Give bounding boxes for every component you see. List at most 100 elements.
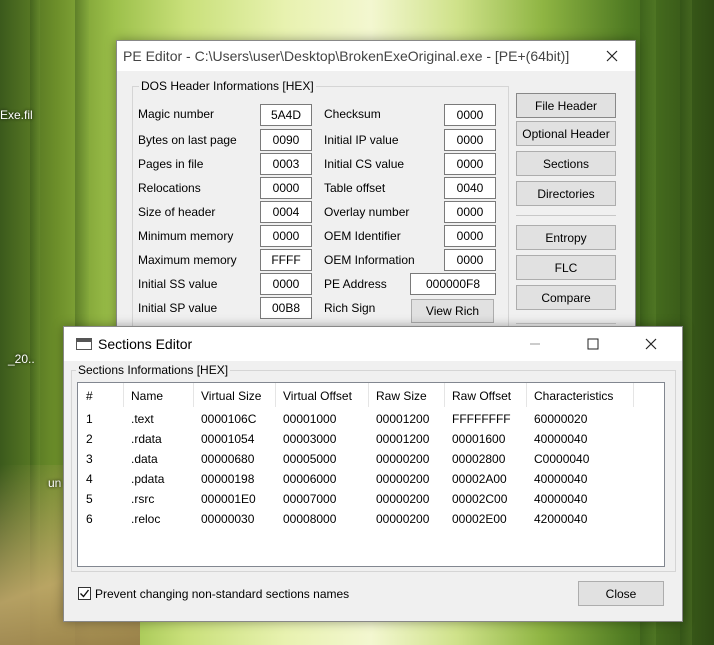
cell-characteristics: 40000040: [534, 472, 588, 486]
minimum-memory-field[interactable]: [260, 225, 312, 247]
directories-button[interactable]: Directories: [516, 181, 616, 206]
sections-table[interactable]: # Name Virtual Size Virtual Offset Raw S…: [77, 382, 665, 567]
cell-raw-offset: 00002800: [452, 452, 506, 466]
field-label: Minimum memory: [138, 229, 234, 243]
table-row[interactable]: 6 .reloc 00000030 00008000 00000200 0000…: [78, 510, 664, 530]
entropy-button[interactable]: Entropy: [516, 225, 616, 250]
close-icon[interactable]: [628, 327, 674, 361]
table-offset-field[interactable]: [444, 177, 496, 199]
field-label: OEM Identifier: [324, 229, 401, 243]
column-header-index[interactable]: #: [86, 389, 93, 403]
field-label: Initial SS value: [138, 277, 218, 291]
oem-identifier-field[interactable]: [444, 225, 496, 247]
cell-raw-size: 00000200: [376, 452, 430, 466]
view-rich-button[interactable]: View Rich: [411, 299, 494, 323]
pe-address-field[interactable]: [410, 273, 496, 295]
flc-button[interactable]: FLC: [516, 255, 616, 280]
cell-raw-size: 00000200: [376, 512, 430, 526]
column-header-raw-offset[interactable]: Raw Offset: [452, 389, 511, 403]
initial-ss-value-field[interactable]: [260, 273, 312, 295]
cell-characteristics: 42000040: [534, 512, 588, 526]
cell-raw-offset: 00002E00: [452, 512, 507, 526]
close-button[interactable]: Close: [578, 581, 664, 606]
table-row[interactable]: 5 .rsrc 000001E0 00007000 00000200 00002…: [78, 490, 664, 510]
sections-info-group-title: Sections Informations [HEX]: [78, 363, 229, 377]
cell-raw-offset: FFFFFFFF: [452, 412, 511, 426]
cell-name: .data: [131, 452, 158, 466]
cell-name: .pdata: [131, 472, 165, 486]
table-row[interactable]: 1 .text 0000106C 00001000 00001200 FFFFF…: [78, 410, 664, 430]
overlay-number-field[interactable]: [444, 201, 496, 223]
cell-virtual-offset: 00001000: [283, 412, 337, 426]
cell-virtual-offset: 00003000: [283, 432, 337, 446]
cell-name: .rdata: [131, 432, 162, 446]
cell-characteristics: C0000040: [534, 452, 590, 466]
pe-editor-title: PE Editor - C:\Users\user\Desktop\Broken…: [123, 48, 570, 64]
column-header-virtual-size[interactable]: Virtual Size: [201, 389, 261, 403]
cell-characteristics: 60000020: [534, 412, 588, 426]
table-row[interactable]: 2 .rdata 00001054 00003000 00001200 0000…: [78, 430, 664, 450]
maximum-memory-field[interactable]: [260, 249, 312, 271]
dos-header-group-title: DOS Header Informations [HEX]: [141, 79, 314, 93]
cell-virtual-size: 000001E0: [201, 492, 256, 506]
column-header-characteristics[interactable]: Characteristics: [534, 389, 613, 403]
close-icon[interactable]: [589, 41, 635, 71]
file-header-button[interactable]: File Header: [516, 93, 616, 118]
button-separator: [516, 323, 616, 324]
table-row[interactable]: 4 .pdata 00000198 00006000 00000200 0000…: [78, 470, 664, 490]
field-label: Checksum: [324, 107, 381, 121]
cell-index: 2: [86, 432, 93, 446]
optional-header-button[interactable]: Optional Header: [516, 121, 616, 146]
pages-in-file-field[interactable]: [260, 153, 312, 175]
field-label: Relocations: [138, 181, 201, 195]
cell-index: 5: [86, 492, 93, 506]
field-label: OEM Information: [324, 253, 415, 267]
desktop-icon-label[interactable]: un: [48, 476, 61, 490]
pe-editor-window: PE Editor - C:\Users\user\Desktop\Broken…: [116, 40, 636, 340]
oem-information-field[interactable]: [444, 249, 496, 271]
size-of-header-field[interactable]: [260, 201, 312, 223]
checksum-field[interactable]: [444, 104, 496, 126]
sections-button[interactable]: Sections: [516, 151, 616, 176]
table-header: # Name Virtual Size Virtual Offset Raw S…: [78, 383, 664, 407]
initial-ip-value-field[interactable]: [444, 129, 496, 151]
pe-address-label: PE Address: [324, 277, 387, 291]
column-header-virtual-offset[interactable]: Virtual Offset: [283, 389, 352, 403]
cell-virtual-offset: 00005000: [283, 452, 337, 466]
relocations-field[interactable]: [260, 177, 312, 199]
cell-virtual-offset: 00006000: [283, 472, 337, 486]
compare-button[interactable]: Compare: [516, 285, 616, 310]
minimize-icon[interactable]: [512, 327, 558, 361]
maximize-icon[interactable]: [570, 327, 616, 361]
desktop-icon-label[interactable]: Exe.fil: [0, 108, 33, 122]
sections-editor-titlebar[interactable]: Sections Editor: [64, 327, 682, 361]
field-label: Pages in file: [138, 157, 204, 171]
cell-raw-size: 00001200: [376, 432, 430, 446]
cell-characteristics: 40000040: [534, 432, 588, 446]
initial-sp-value-field[interactable]: [260, 297, 312, 319]
desktop-icon-label[interactable]: _20..: [8, 352, 35, 366]
cell-raw-offset: 00001600: [452, 432, 506, 446]
cell-characteristics: 40000040: [534, 492, 588, 506]
cell-name: .reloc: [131, 512, 161, 526]
field-label: Magic number: [138, 107, 215, 121]
column-header-raw-size[interactable]: Raw Size: [376, 389, 427, 403]
prevent-rename-label[interactable]: Prevent changing non-standard sections n…: [95, 587, 349, 601]
bytes-on-last-page-field[interactable]: [260, 129, 312, 151]
cell-raw-size: 00001200: [376, 412, 430, 426]
field-label: Initial IP value: [324, 133, 399, 147]
cell-raw-offset: 00002A00: [452, 472, 507, 486]
sections-editor-window: Sections Editor Sections Informations [H…: [63, 326, 683, 622]
column-header-name[interactable]: Name: [131, 389, 163, 403]
field-label: Maximum memory: [138, 253, 237, 267]
initial-cs-value-field[interactable]: [444, 153, 496, 175]
field-label: Initial SP value: [138, 301, 218, 315]
cell-virtual-size: 00001054: [201, 432, 255, 446]
pe-editor-titlebar[interactable]: PE Editor - C:\Users\user\Desktop\Broken…: [117, 41, 635, 71]
field-label: Size of header: [138, 205, 216, 219]
magic-number-field[interactable]: [260, 104, 312, 126]
cell-virtual-size: 00000680: [201, 452, 255, 466]
prevent-rename-checkbox[interactable]: [78, 587, 91, 600]
table-row[interactable]: 3 .data 00000680 00005000 00000200 00002…: [78, 450, 664, 470]
field-label: Initial CS value: [324, 157, 405, 171]
